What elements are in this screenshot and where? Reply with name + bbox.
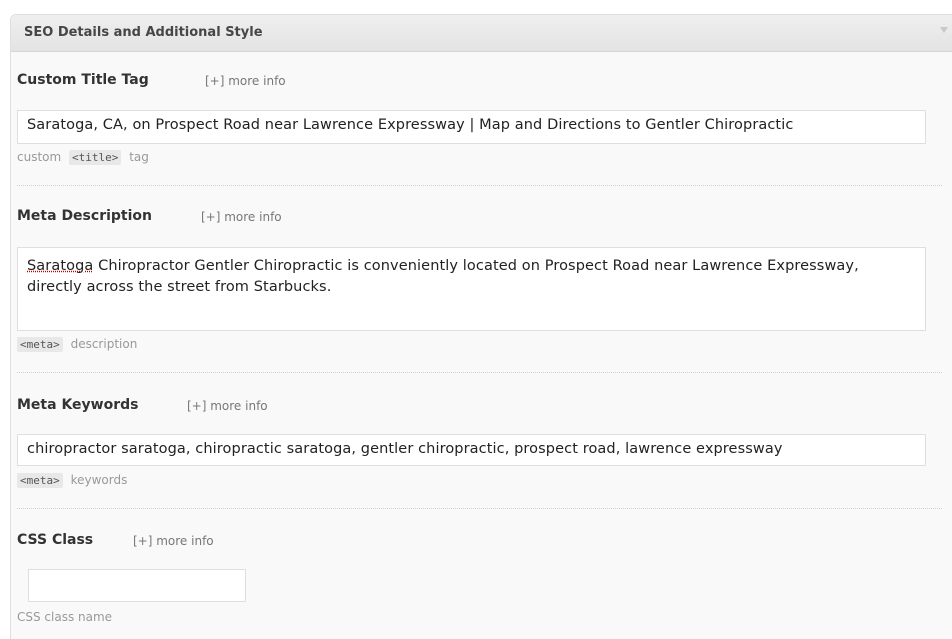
panel-header[interactable]: SEO Details and Additional Style xyxy=(11,15,952,52)
custom-title-tag-label: Custom Title Tag xyxy=(17,72,149,88)
meta-code-chip: <meta> xyxy=(17,337,63,352)
meta-code-chip: <meta> xyxy=(17,473,63,488)
panel-title: SEO Details and Additional Style xyxy=(24,25,263,40)
hint-suffix-text: description xyxy=(70,337,138,351)
divider xyxy=(17,185,942,186)
collapse-toggle-icon[interactable] xyxy=(940,27,948,33)
meta-keywords-hint: <meta> keywords xyxy=(17,473,127,488)
meta-description-text: Chiropractor Gentler Chiropractic is con… xyxy=(27,258,859,295)
meta-keywords-input[interactable]: chiropractor saratoga, chiropractic sara… xyxy=(17,434,926,466)
hint-suffix-text: keywords xyxy=(70,473,128,487)
css-class-hint: CSS class name xyxy=(17,610,113,624)
meta-description-textarea[interactable]: Saratoga Chiropractor Gentler Chiropract… xyxy=(17,247,926,331)
divider xyxy=(17,508,942,509)
meta-description-hint: <meta> description xyxy=(17,337,137,352)
hint-suffix-text: tag xyxy=(129,150,149,164)
hint-prefix-text: custom xyxy=(17,150,62,164)
meta-description-more-info-link[interactable]: [+] more info xyxy=(201,210,282,224)
meta-description-label: Meta Description xyxy=(17,208,152,224)
divider xyxy=(17,372,942,373)
custom-title-tag-more-info-link[interactable]: [+] more info xyxy=(205,74,286,88)
css-class-input[interactable] xyxy=(28,569,246,602)
title-code-chip: <title> xyxy=(69,150,122,165)
meta-keywords-label: Meta Keywords xyxy=(17,397,139,413)
custom-title-tag-input[interactable]: Saratoga, CA, on Prospect Road near Lawr… xyxy=(17,110,926,144)
css-class-more-info-link[interactable]: [+] more info xyxy=(133,534,214,548)
css-class-label: CSS Class xyxy=(17,532,94,548)
meta-keywords-more-info-link[interactable]: [+] more info xyxy=(187,399,268,413)
spellcheck-word: Saratoga xyxy=(27,258,94,274)
custom-title-tag-hint: custom <title> tag xyxy=(17,150,149,165)
